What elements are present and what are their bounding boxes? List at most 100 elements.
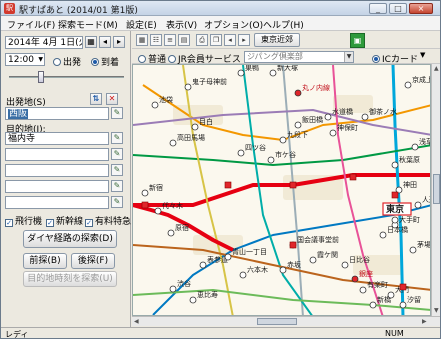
zoom-area-button[interactable]: 東京近郊 xyxy=(254,33,300,47)
maximize-button[interactable]: □ xyxy=(389,3,407,14)
station-dot-9 xyxy=(154,207,162,215)
title-bar[interactable]: 駅 駅すぱあと (2014/01 第1版) _ □ × xyxy=(1,1,440,16)
station-dot-37 xyxy=(379,231,387,239)
dest-input-5[interactable] xyxy=(5,196,109,209)
menu-file[interactable]: ファイル(F) xyxy=(7,18,55,31)
route-map[interactable]: 巣鴨 新大塚 鬼子母神前 丸ノ内線 水道橋 御茶ノ水 四ツ谷 市ケ谷 新宿 代々木 原宿 渋谷 恵比寿 六… xyxy=(132,64,431,316)
radio-depart[interactable]: 出発 xyxy=(53,55,81,68)
dest-edit-icon-1[interactable]: ✎ xyxy=(111,132,123,144)
station-label-9: 代々木 xyxy=(162,201,183,210)
station-label-15: 有楽町 xyxy=(367,280,388,289)
filter-airplane[interactable]: ✓ 飛行機 xyxy=(5,214,42,227)
dest-edit-icon-3[interactable]: ✎ xyxy=(111,164,123,176)
table-icon[interactable]: ☷ xyxy=(150,34,162,46)
station-label-26: 九段下 xyxy=(287,130,308,139)
station-dot-22 xyxy=(191,123,199,131)
radio-depart-dot xyxy=(53,58,61,66)
menu-options[interactable]: オプション(O) xyxy=(204,18,263,31)
menu-search-mode[interactable]: 探索モード(M) xyxy=(58,18,118,31)
station-dot-4 xyxy=(324,113,332,121)
close-button[interactable]: × xyxy=(409,3,433,14)
station-label-11: 渋谷 xyxy=(177,279,191,288)
station-label-38: 人形町 xyxy=(422,196,431,204)
scroll-right-icon[interactable]: ▶ xyxy=(422,318,427,325)
list-icon[interactable]: ≡ xyxy=(164,34,176,46)
copy-icon[interactable]: ❐ xyxy=(210,34,222,46)
map-icon[interactable]: ▤ xyxy=(178,34,190,46)
grid-icon[interactable]: ▦ xyxy=(136,34,148,46)
dest-input-3[interactable] xyxy=(5,164,109,177)
green-square-icon[interactable]: ▣ xyxy=(350,33,365,48)
time-slider-thumb[interactable] xyxy=(38,71,44,83)
station-dot-12 xyxy=(189,296,197,304)
later-button[interactable]: 後探(F) xyxy=(71,253,115,269)
forward-icon[interactable]: ▸ xyxy=(238,34,250,46)
vertical-scroll-thumb[interactable] xyxy=(433,174,440,204)
map-background xyxy=(133,65,430,315)
filter-airplane-check: ✓ xyxy=(5,219,13,227)
arrival-time-search-button[interactable]: 目的地時刻を探索(U) xyxy=(23,271,117,287)
station-label-18: 神田 xyxy=(403,180,417,189)
map-vertical-scrollbar[interactable]: ▲ ▼ xyxy=(431,64,440,316)
map-toolbar: ▦ ☷ ≡ ▤ ⎙ ❐ ◂ ▸ 東京近郊 xyxy=(132,31,440,49)
dest-edit-icon-2[interactable]: ✎ xyxy=(111,148,123,160)
calendar-icon[interactable]: ▦ xyxy=(85,36,97,48)
station-label-36: 京成上野 xyxy=(412,75,431,84)
scroll-left-icon[interactable]: ◀ xyxy=(134,318,139,325)
filter-shinkansen[interactable]: ✓ 新幹線 xyxy=(46,214,83,227)
scroll-down-icon[interactable]: ▼ xyxy=(434,307,439,314)
print-icon[interactable]: ⎙ xyxy=(196,34,208,46)
dest-input-1[interactable]: 福内寺 xyxy=(5,132,109,145)
date-prev-icon[interactable]: ◂ xyxy=(99,36,111,48)
time-slider-track[interactable] xyxy=(9,76,124,78)
route-search-button[interactable]: ダイヤ経路の探索(D) xyxy=(23,230,117,248)
origin-value: 西阪 xyxy=(8,109,29,119)
minimize-button[interactable]: _ xyxy=(369,3,387,14)
search-panel: 2014年 4月 1日(火) ▦ ◂ ▸ 12:00 ▼ 出発 到着 出発地(S… xyxy=(1,31,131,327)
dest-edit-icon-4[interactable]: ✎ xyxy=(111,180,123,192)
station-label-6: 四ツ谷 xyxy=(245,143,266,152)
dest-input-2[interactable] xyxy=(5,148,109,161)
time-value: 12:00 xyxy=(8,55,34,65)
station-label-2: 鬼子母神前 xyxy=(192,77,227,86)
menu-settings[interactable]: 設定(E) xyxy=(126,18,157,31)
origin-input[interactable]: 西阪 xyxy=(5,107,109,120)
radio-arrive[interactable]: 到着 xyxy=(91,55,119,68)
ic-card-dot xyxy=(372,55,380,63)
station-label-30: 汐留 xyxy=(407,295,421,304)
discount-select[interactable]: ジパング倶楽部 ▼ xyxy=(244,51,354,63)
dest-edit-icon-5[interactable]: ✎ xyxy=(111,196,123,208)
map-horizontal-scrollbar[interactable]: ◀ ▶ xyxy=(132,316,440,326)
horizontal-scroll-thumb[interactable] xyxy=(257,318,297,325)
station-dot-34 xyxy=(351,275,359,283)
time-field[interactable]: 12:00 ▼ xyxy=(5,53,45,66)
filter-shinkansen-label: 新幹線 xyxy=(56,217,84,227)
station-label-13: 六本木 xyxy=(247,265,268,274)
menu-view[interactable]: 表示(V) xyxy=(166,18,197,31)
time-dropdown-icon: ▼ xyxy=(38,56,43,63)
back-icon[interactable]: ◂ xyxy=(224,34,236,46)
station-dot-24 xyxy=(294,121,302,129)
clear-icon[interactable]: ✕ xyxy=(106,93,118,105)
station-dot-35 xyxy=(391,216,399,224)
route-map-canvas[interactable]: 巣鴨 新大塚鬼子母神前丸ノ内線水道橋 御茶ノ水四ツ谷市ケ谷新宿代々木原宿渋谷恵比寿 六… xyxy=(133,65,431,316)
ic-card-dropdown-icon[interactable]: ▼ xyxy=(420,51,425,59)
menu-help[interactable]: ヘルプ(H) xyxy=(263,18,304,31)
radio-depart-label: 出発 xyxy=(63,58,82,68)
station-dot-3 xyxy=(294,89,302,97)
radio-arrive-dot xyxy=(91,58,99,66)
scroll-up-icon[interactable]: ▲ xyxy=(434,65,439,72)
dest-input-4[interactable] xyxy=(5,180,109,193)
fare-filter-row: 普通 JR会員サービス ジパング倶楽部 ▼ ICカード ▼ xyxy=(132,50,440,65)
station-dot-0 xyxy=(237,69,245,77)
date-field[interactable]: 2014年 4月 1日(火) xyxy=(5,36,83,49)
swap-icon[interactable]: ⇅ xyxy=(90,93,102,105)
transfer-marker-2 xyxy=(224,181,232,189)
station-dot-30 xyxy=(399,301,407,309)
station-label-34: 銀座 xyxy=(359,269,373,278)
filter-limited-express[interactable]: ✓ 有料特急 xyxy=(85,214,131,227)
menu-bar: ファイル(F) 探索モード(M) 設定(E) 表示(V) オプション(O) ヘル… xyxy=(1,16,440,31)
date-next-icon[interactable]: ▸ xyxy=(113,36,125,48)
origin-edit-icon[interactable]: ✎ xyxy=(111,107,123,119)
earlier-button[interactable]: 前探(B) xyxy=(23,253,67,269)
